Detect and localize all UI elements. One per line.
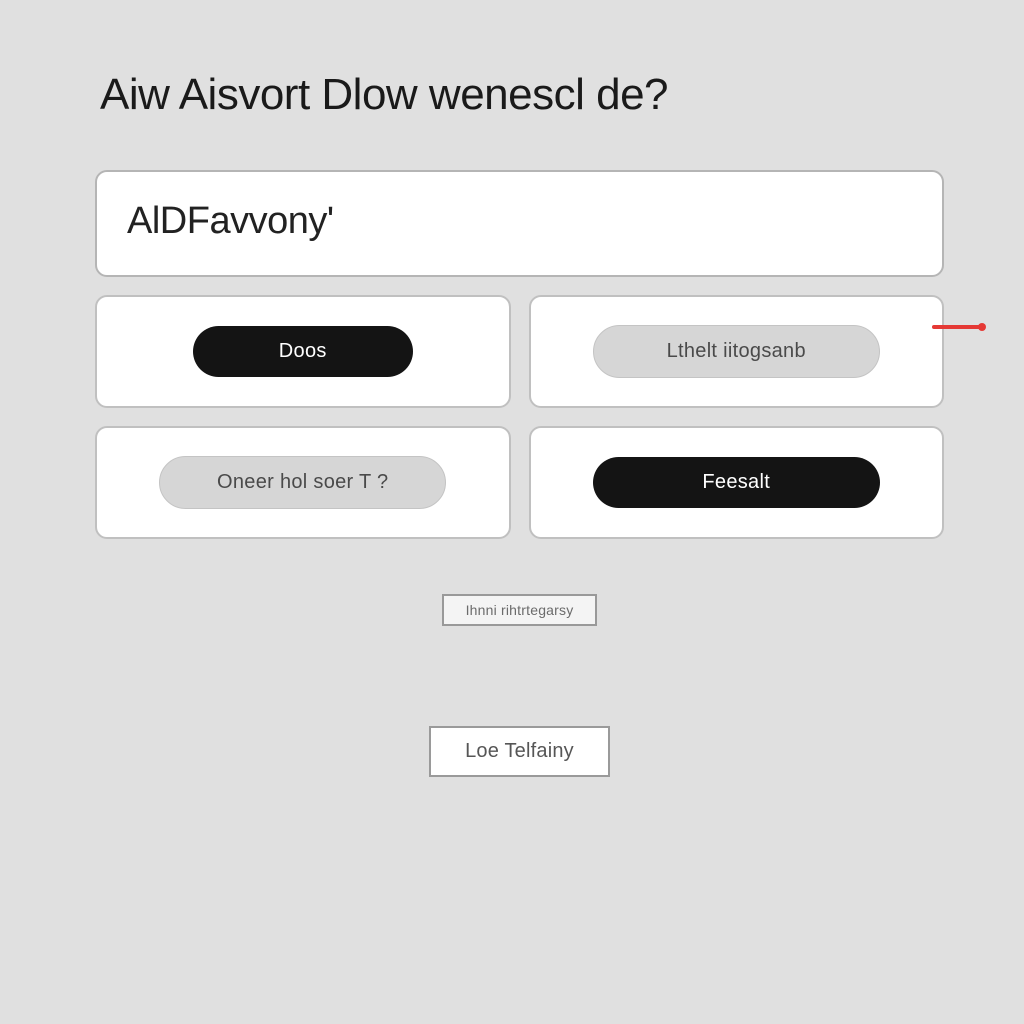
- option-card-4[interactable]: Feesalt: [529, 426, 945, 539]
- option-card-1[interactable]: Doos: [95, 295, 511, 408]
- option-card-2[interactable]: Lthelt iitogsanb: [529, 295, 945, 408]
- secondary-action-row: Ihnni rihtrtegarsy: [95, 594, 944, 626]
- option-pill-1[interactable]: Doos: [193, 326, 414, 377]
- option-pill-3[interactable]: Oneer hol soer T ?: [159, 456, 446, 509]
- secondary-action-button[interactable]: Ihnni rihtrtegarsy: [442, 594, 598, 626]
- primary-action-button[interactable]: Loe Telfainy: [429, 726, 610, 777]
- option-row-1: Doos Lthelt iitogsanb: [95, 295, 944, 408]
- primary-action-row: Loe Telfainy: [95, 726, 944, 777]
- option-pill-2[interactable]: Lthelt iitogsanb: [593, 325, 880, 378]
- option-card-3[interactable]: Oneer hol soer T ?: [95, 426, 511, 539]
- option-pill-4[interactable]: Feesalt: [593, 457, 880, 508]
- search-panel[interactable]: AlDFavvony': [95, 170, 944, 277]
- annotation-mark-icon: [932, 325, 982, 329]
- search-input-value: AlDFavvony': [127, 200, 334, 242]
- option-row-2: Oneer hol soer T ? Feesalt: [95, 426, 944, 539]
- page-title: Aiw Aisvort Dlow wenescl de?: [100, 70, 944, 120]
